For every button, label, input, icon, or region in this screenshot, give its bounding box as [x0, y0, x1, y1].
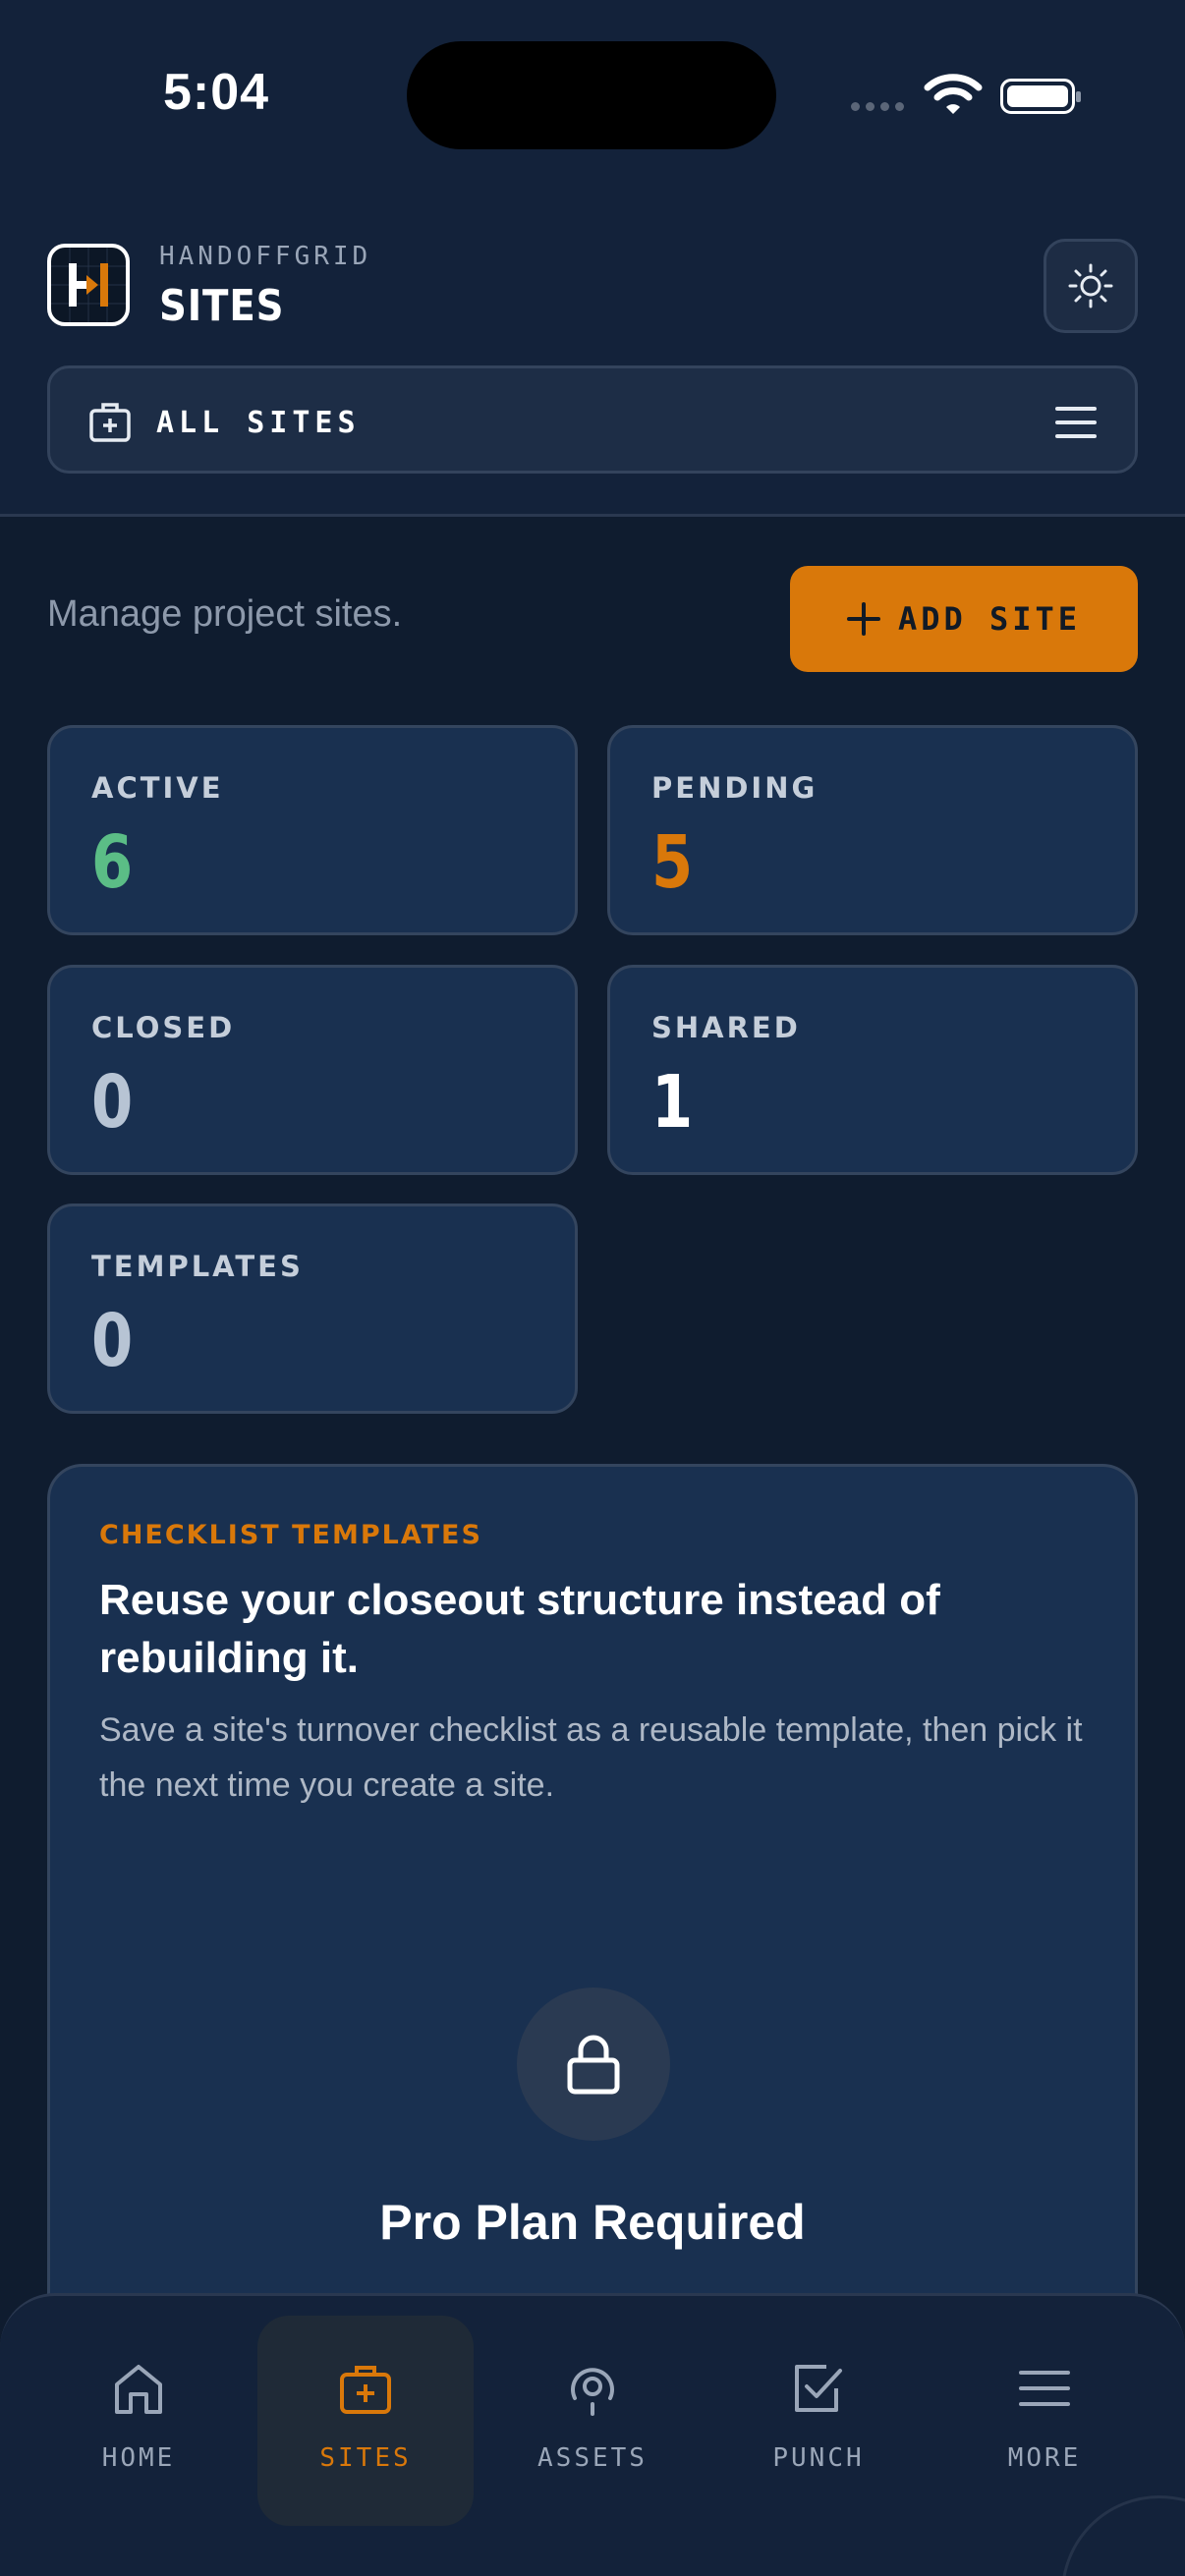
stat-label: CLOSED: [91, 1011, 236, 1044]
stat-card-templates[interactable]: TEMPLATES 0: [47, 1204, 578, 1414]
intro-text: Manage project sites.: [47, 593, 403, 635]
site-selector-label: ALL SITES: [156, 406, 361, 440]
tab-label: SITES: [319, 2443, 412, 2473]
theme-toggle-button[interactable]: [1044, 239, 1138, 333]
lock-icon: [567, 2035, 620, 2095]
briefcase-plus-icon: [89, 403, 131, 442]
brand-name: HANDOFFGRID: [159, 242, 372, 271]
promo-headline: Reuse your closeout structure instead of…: [99, 1576, 940, 1682]
stat-label: SHARED: [651, 1011, 801, 1044]
stat-label: PENDING: [651, 771, 818, 805]
tab-label: PUNCH: [772, 2443, 865, 2473]
hamburger-menu-icon: [1019, 2371, 1070, 2406]
tab-home[interactable]: HOME: [30, 2316, 247, 2526]
tab-label: HOME: [101, 2443, 176, 2473]
cellular-signal-icon: [851, 102, 904, 111]
tab-punch[interactable]: PUNCH: [710, 2316, 927, 2526]
bottom-tab-bar: HOME SITES ASSETS PUNCH MORE: [0, 2293, 1185, 2576]
pro-plan-required-title: Pro Plan Required: [379, 2195, 806, 2250]
add-site-button[interactable]: ADD SITE: [790, 566, 1138, 672]
plus-icon: [846, 602, 880, 636]
stat-value: 5: [651, 820, 694, 905]
stat-card-closed[interactable]: CLOSED 0: [47, 965, 578, 1175]
battery-icon: [1000, 79, 1081, 114]
page-title: SITES: [159, 281, 285, 331]
tab-label: MORE: [1007, 2443, 1082, 2473]
dynamic-island: [407, 41, 776, 149]
stat-card-active[interactable]: ACTIVE 6: [47, 725, 578, 935]
briefcase-plus-icon: [340, 2366, 391, 2414]
stat-card-pending[interactable]: PENDING 5: [607, 725, 1138, 935]
tab-label: ASSETS: [537, 2443, 648, 2473]
stat-card-shared[interactable]: SHARED 1: [607, 965, 1138, 1175]
home-icon: [115, 2365, 162, 2414]
location-target-icon: [571, 2368, 614, 2416]
app-logo: [47, 244, 130, 326]
stat-value: 6: [91, 820, 134, 905]
promo-body: Save a site's turnover checklist as a re…: [99, 1711, 1083, 1804]
stat-label: ACTIVE: [91, 771, 224, 805]
tab-assets[interactable]: ASSETS: [484, 2316, 701, 2526]
site-selector[interactable]: ALL SITES: [47, 365, 1138, 474]
lock-badge: [517, 1988, 670, 2141]
status-time: 5:04: [163, 64, 270, 121]
stat-value: 0: [91, 1299, 134, 1383]
wifi-icon: [924, 74, 983, 114]
checkbox-icon: [795, 2365, 842, 2412]
promo-kicker: CHECKLIST TEMPLATES: [99, 1520, 482, 1550]
hamburger-menu-icon: [1055, 407, 1097, 438]
stat-value: 1: [651, 1060, 694, 1145]
tab-more[interactable]: MORE: [936, 2316, 1153, 2526]
sun-icon: [1068, 263, 1113, 308]
tab-sites[interactable]: SITES: [257, 2316, 474, 2526]
stat-label: TEMPLATES: [91, 1250, 304, 1283]
status-icons: [845, 71, 1081, 120]
stat-value: 0: [91, 1060, 134, 1145]
add-site-label: ADD SITE: [897, 600, 1082, 638]
sites-screen: 5:04 HANDOFFGRID SITES ALL SITES Manage …: [0, 0, 1185, 2576]
